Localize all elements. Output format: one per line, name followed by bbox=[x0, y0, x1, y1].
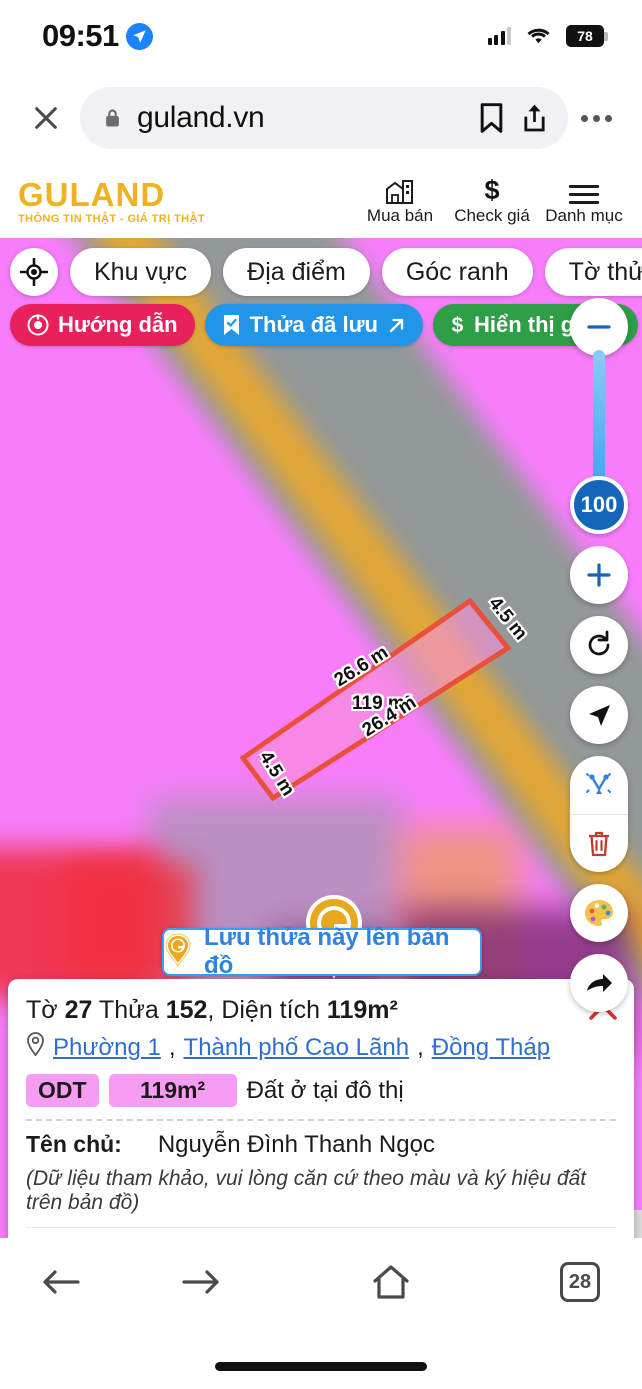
land-area-badge: 119m² bbox=[108, 1074, 237, 1108]
parcel-area: 119m² bbox=[326, 996, 398, 1024]
map-action-chip-row: Hướng dẫn Thửa đã lưu $ Hiển thị giá bbox=[10, 304, 638, 346]
filter-khu-vuc[interactable]: Khu vực bbox=[70, 248, 212, 296]
parcel-title: Tờ 27 Thửa 152, Diện tích 119m² bbox=[26, 995, 616, 1026]
nav-label: Check giá bbox=[454, 206, 530, 225]
arrow-up-right-icon bbox=[387, 316, 406, 335]
close-icon[interactable] bbox=[18, 104, 74, 132]
forward-arrow-icon[interactable] bbox=[181, 1267, 322, 1297]
dollar-icon: $ bbox=[450, 314, 465, 336]
owner-label: Tên chủ: bbox=[26, 1131, 122, 1158]
nav-label: Danh mục bbox=[545, 206, 623, 225]
chip-label: Thửa đã lưu bbox=[249, 312, 378, 337]
title-mid: Thửa bbox=[92, 996, 166, 1024]
saved-bookmark-icon bbox=[222, 314, 241, 336]
url-input[interactable]: guland.vn bbox=[80, 87, 568, 149]
nav-item-danh-muc[interactable]: Danh mục bbox=[540, 174, 628, 228]
zoom-in-button[interactable] bbox=[570, 546, 628, 604]
map-pin-icon bbox=[26, 1032, 45, 1063]
guland-marker-icon bbox=[164, 932, 192, 972]
map-filter-row: Khu vực Địa điểm Góc ranh Tờ thửa bbox=[10, 248, 642, 296]
card-action-row: Đăng bán Ký hiệu đất Chỉ đường bbox=[26, 1227, 616, 1238]
status-bar: 09:51 78 bbox=[0, 0, 642, 72]
app-header: GULAND THÔNG TIN THẬT - GIÁ TRỊ THẬT Mua… bbox=[0, 164, 642, 238]
status-time: 09:51 bbox=[42, 18, 119, 53]
location-arrow-icon bbox=[125, 22, 153, 50]
hamburger-menu-icon bbox=[569, 176, 599, 204]
status-bar-left: 09:51 bbox=[42, 18, 153, 54]
land-code-badge: ODT bbox=[26, 1074, 99, 1108]
address-ward-link[interactable]: Phường 1 bbox=[53, 1034, 161, 1062]
battery-level: 78 bbox=[577, 28, 593, 44]
title-prefix: Tờ bbox=[26, 996, 65, 1024]
filter-to-thua[interactable]: Tờ thửa bbox=[544, 248, 642, 296]
chip-label: Hướng dẫn bbox=[58, 312, 178, 337]
home-icon[interactable] bbox=[321, 1264, 461, 1300]
nav-item-mua-ban[interactable]: Mua bán bbox=[356, 174, 444, 228]
zoom-out-button[interactable] bbox=[570, 298, 628, 356]
land-type-row: ODT 119m² Đất ở tại đô thị bbox=[26, 1074, 616, 1108]
share-arrow-icon[interactable] bbox=[570, 954, 628, 1012]
chip-thua-da-luu[interactable]: Thửa đã lưu bbox=[204, 304, 423, 346]
more-options-icon[interactable] bbox=[568, 114, 624, 122]
back-arrow-icon[interactable] bbox=[42, 1267, 182, 1297]
parcel-number: 152 bbox=[165, 996, 208, 1024]
guide-target-icon bbox=[27, 314, 49, 336]
status-bar-right: 78 bbox=[487, 25, 608, 47]
filter-dia-diem[interactable]: Địa điểm bbox=[223, 248, 370, 296]
owner-name: Nguyễn Đình Thanh Ngọc bbox=[157, 1131, 435, 1159]
buildings-icon bbox=[385, 176, 415, 204]
refresh-icon[interactable] bbox=[570, 616, 628, 674]
cellular-signal-icon bbox=[487, 27, 511, 45]
header-nav: Mua bán $ Check giá Danh mục bbox=[356, 174, 628, 228]
map-control-rail: 100 bbox=[570, 298, 628, 1024]
share-icon[interactable] bbox=[521, 102, 548, 134]
title-area-label: , Diện tích bbox=[207, 996, 327, 1024]
chip-huong-dan[interactable]: Hướng dẫn bbox=[10, 304, 195, 346]
disclaimer-note: (Dữ liệu tham khảo, vui lòng căn cứ theo… bbox=[26, 1167, 587, 1215]
nav-item-check-gia[interactable]: $ Check giá bbox=[448, 174, 536, 228]
navigate-arrow-icon[interactable] bbox=[570, 686, 628, 744]
battery-icon: 78 bbox=[566, 25, 608, 47]
trash-icon[interactable] bbox=[570, 814, 628, 872]
parcel-info-card: Tờ 27 Thửa 152, Diện tích 119m² Phường 1… bbox=[8, 979, 634, 1238]
save-parcel-button[interactable]: Lưu thửa này lên bản đồ bbox=[162, 924, 482, 979]
save-parcel-label: Lưu thửa này lên bản đồ bbox=[204, 924, 450, 979]
filter-goc-ranh[interactable]: Góc ranh bbox=[381, 248, 533, 296]
logo-text: GULAND bbox=[18, 175, 166, 213]
parcel-address: Phường 1, Thành phố Cao Lãnh, Đồng Tháp bbox=[26, 1032, 616, 1063]
guland-logo[interactable]: GULAND THÔNG TIN THẬT - GIÁ TRỊ THẬT bbox=[18, 178, 205, 225]
dollar-icon: $ bbox=[481, 176, 503, 204]
tab-count-value: 28 bbox=[560, 1262, 600, 1302]
svg-text:$: $ bbox=[452, 314, 464, 336]
address-province-link[interactable]: Đồng Tháp bbox=[432, 1034, 550, 1062]
divider bbox=[26, 1119, 616, 1122]
address-city-link[interactable]: Thành phố Cao Lãnh bbox=[184, 1034, 410, 1062]
home-indicator bbox=[215, 1362, 427, 1371]
measure-delete-group bbox=[570, 756, 628, 872]
lock-icon bbox=[104, 107, 121, 129]
opacity-slider-handle[interactable]: 100 bbox=[570, 476, 628, 534]
bookmark-icon[interactable] bbox=[478, 102, 505, 134]
map-canvas[interactable]: 4.5 m 26.6 m 119 m² 26.4 m 4.5 m Khu vực bbox=[0, 238, 642, 1238]
phone-screen: 09:51 78 guland.vn GULAND THÔNG TIN THẬT… bbox=[0, 0, 642, 1389]
owner-row: Tên chủ: Nguyễn Đình Thanh Ngọc bbox=[26, 1131, 616, 1159]
land-description: Đất ở tại đô thị bbox=[246, 1076, 404, 1104]
browser-url-bar: guland.vn bbox=[0, 72, 642, 164]
browser-bottom-nav: 28 bbox=[0, 1238, 642, 1389]
wifi-icon bbox=[526, 27, 551, 46]
measure-tool-icon[interactable] bbox=[570, 756, 628, 814]
sheet-number: 27 bbox=[64, 996, 93, 1024]
nav-label: Mua bán bbox=[366, 206, 434, 225]
url-text: guland.vn bbox=[137, 101, 265, 134]
logo-tagline: THÔNG TIN THẬT - GIÁ TRỊ THẬT bbox=[18, 212, 205, 225]
svg-text:$: $ bbox=[484, 176, 499, 204]
crosshair-locate-icon[interactable] bbox=[10, 248, 58, 296]
tab-counter[interactable]: 28 bbox=[461, 1262, 600, 1302]
color-palette-icon[interactable] bbox=[570, 884, 628, 942]
